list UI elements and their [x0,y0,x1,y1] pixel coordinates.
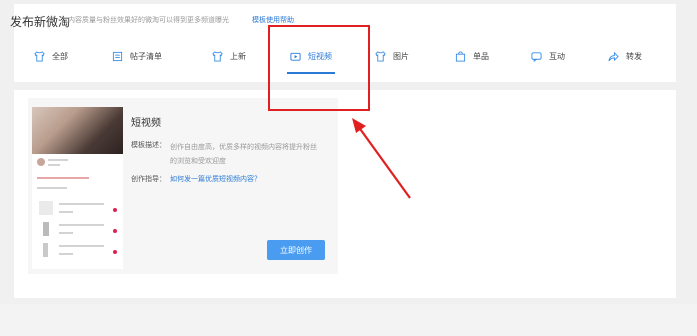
shirt-icon [375,50,386,62]
tab-label: 单品 [473,51,489,61]
tab-post-list[interactable]: 帖子清单 [112,46,162,66]
tab-all[interactable]: 全部 [34,46,68,66]
preview-text-line [59,211,73,213]
template-desc: 创作自由度高，优质多样的视频内容将提升粉丝的浏览和受欢迎度 [170,143,317,165]
preview-text-line [48,159,68,161]
template-guide-link[interactable]: 如何发一篇优质短视频内容？ [170,174,261,184]
template-title: 短视频 [131,118,161,129]
annotation-highlight-box [268,25,370,111]
tab-label: 上新 [230,51,246,61]
tab-label: 全部 [52,51,68,61]
tab-label: 转发 [626,51,642,61]
shirt-icon [212,50,223,62]
list-icon [112,51,123,61]
tab-new-arrivals[interactable]: 上新 [212,46,246,66]
preview-dot [113,208,117,212]
tab-repost[interactable]: 转发 [608,46,642,66]
preview-product-thumb [43,243,48,257]
share-icon [608,51,619,61]
preview-text-line [59,203,104,205]
preview-dot [113,229,117,233]
template-desc-label: 模板描述： [131,141,166,149]
preview-text-line [48,164,60,166]
tab-label: 帖子清单 [130,51,162,61]
avatar [37,158,45,166]
preview-text-line [59,253,73,255]
preview-text-line [59,232,73,234]
template-help-link[interactable]: 模板使用帮助 [252,15,294,25]
preview-product-thumb [43,222,49,236]
template-preview-image [32,107,123,269]
page-title: 发布新微淘 [10,15,71,29]
tab-label: 互动 [549,51,565,61]
preview-product-thumb [39,201,53,215]
preview-text-line [59,245,104,247]
tab-images[interactable]: 图片 [375,46,409,66]
preview-photo [32,107,123,154]
preview-headline [37,177,89,179]
page-description: 内容质量与粉丝效果好的微淘可以得到更多频道曝光 [68,16,229,24]
template-guide-label: 创作指导： [131,175,166,183]
page-bottom-area [0,304,697,336]
shirt-icon [34,50,45,62]
tab-single-item[interactable]: 单品 [455,46,489,66]
preview-text-line [59,224,104,226]
chat-icon [531,51,542,62]
create-now-button[interactable]: 立即创作 [267,240,325,260]
preview-dot [113,250,117,254]
bag-icon [455,50,466,62]
preview-text-line [37,187,67,189]
tab-label: 图片 [393,51,409,61]
tab-interaction[interactable]: 互动 [531,46,565,66]
